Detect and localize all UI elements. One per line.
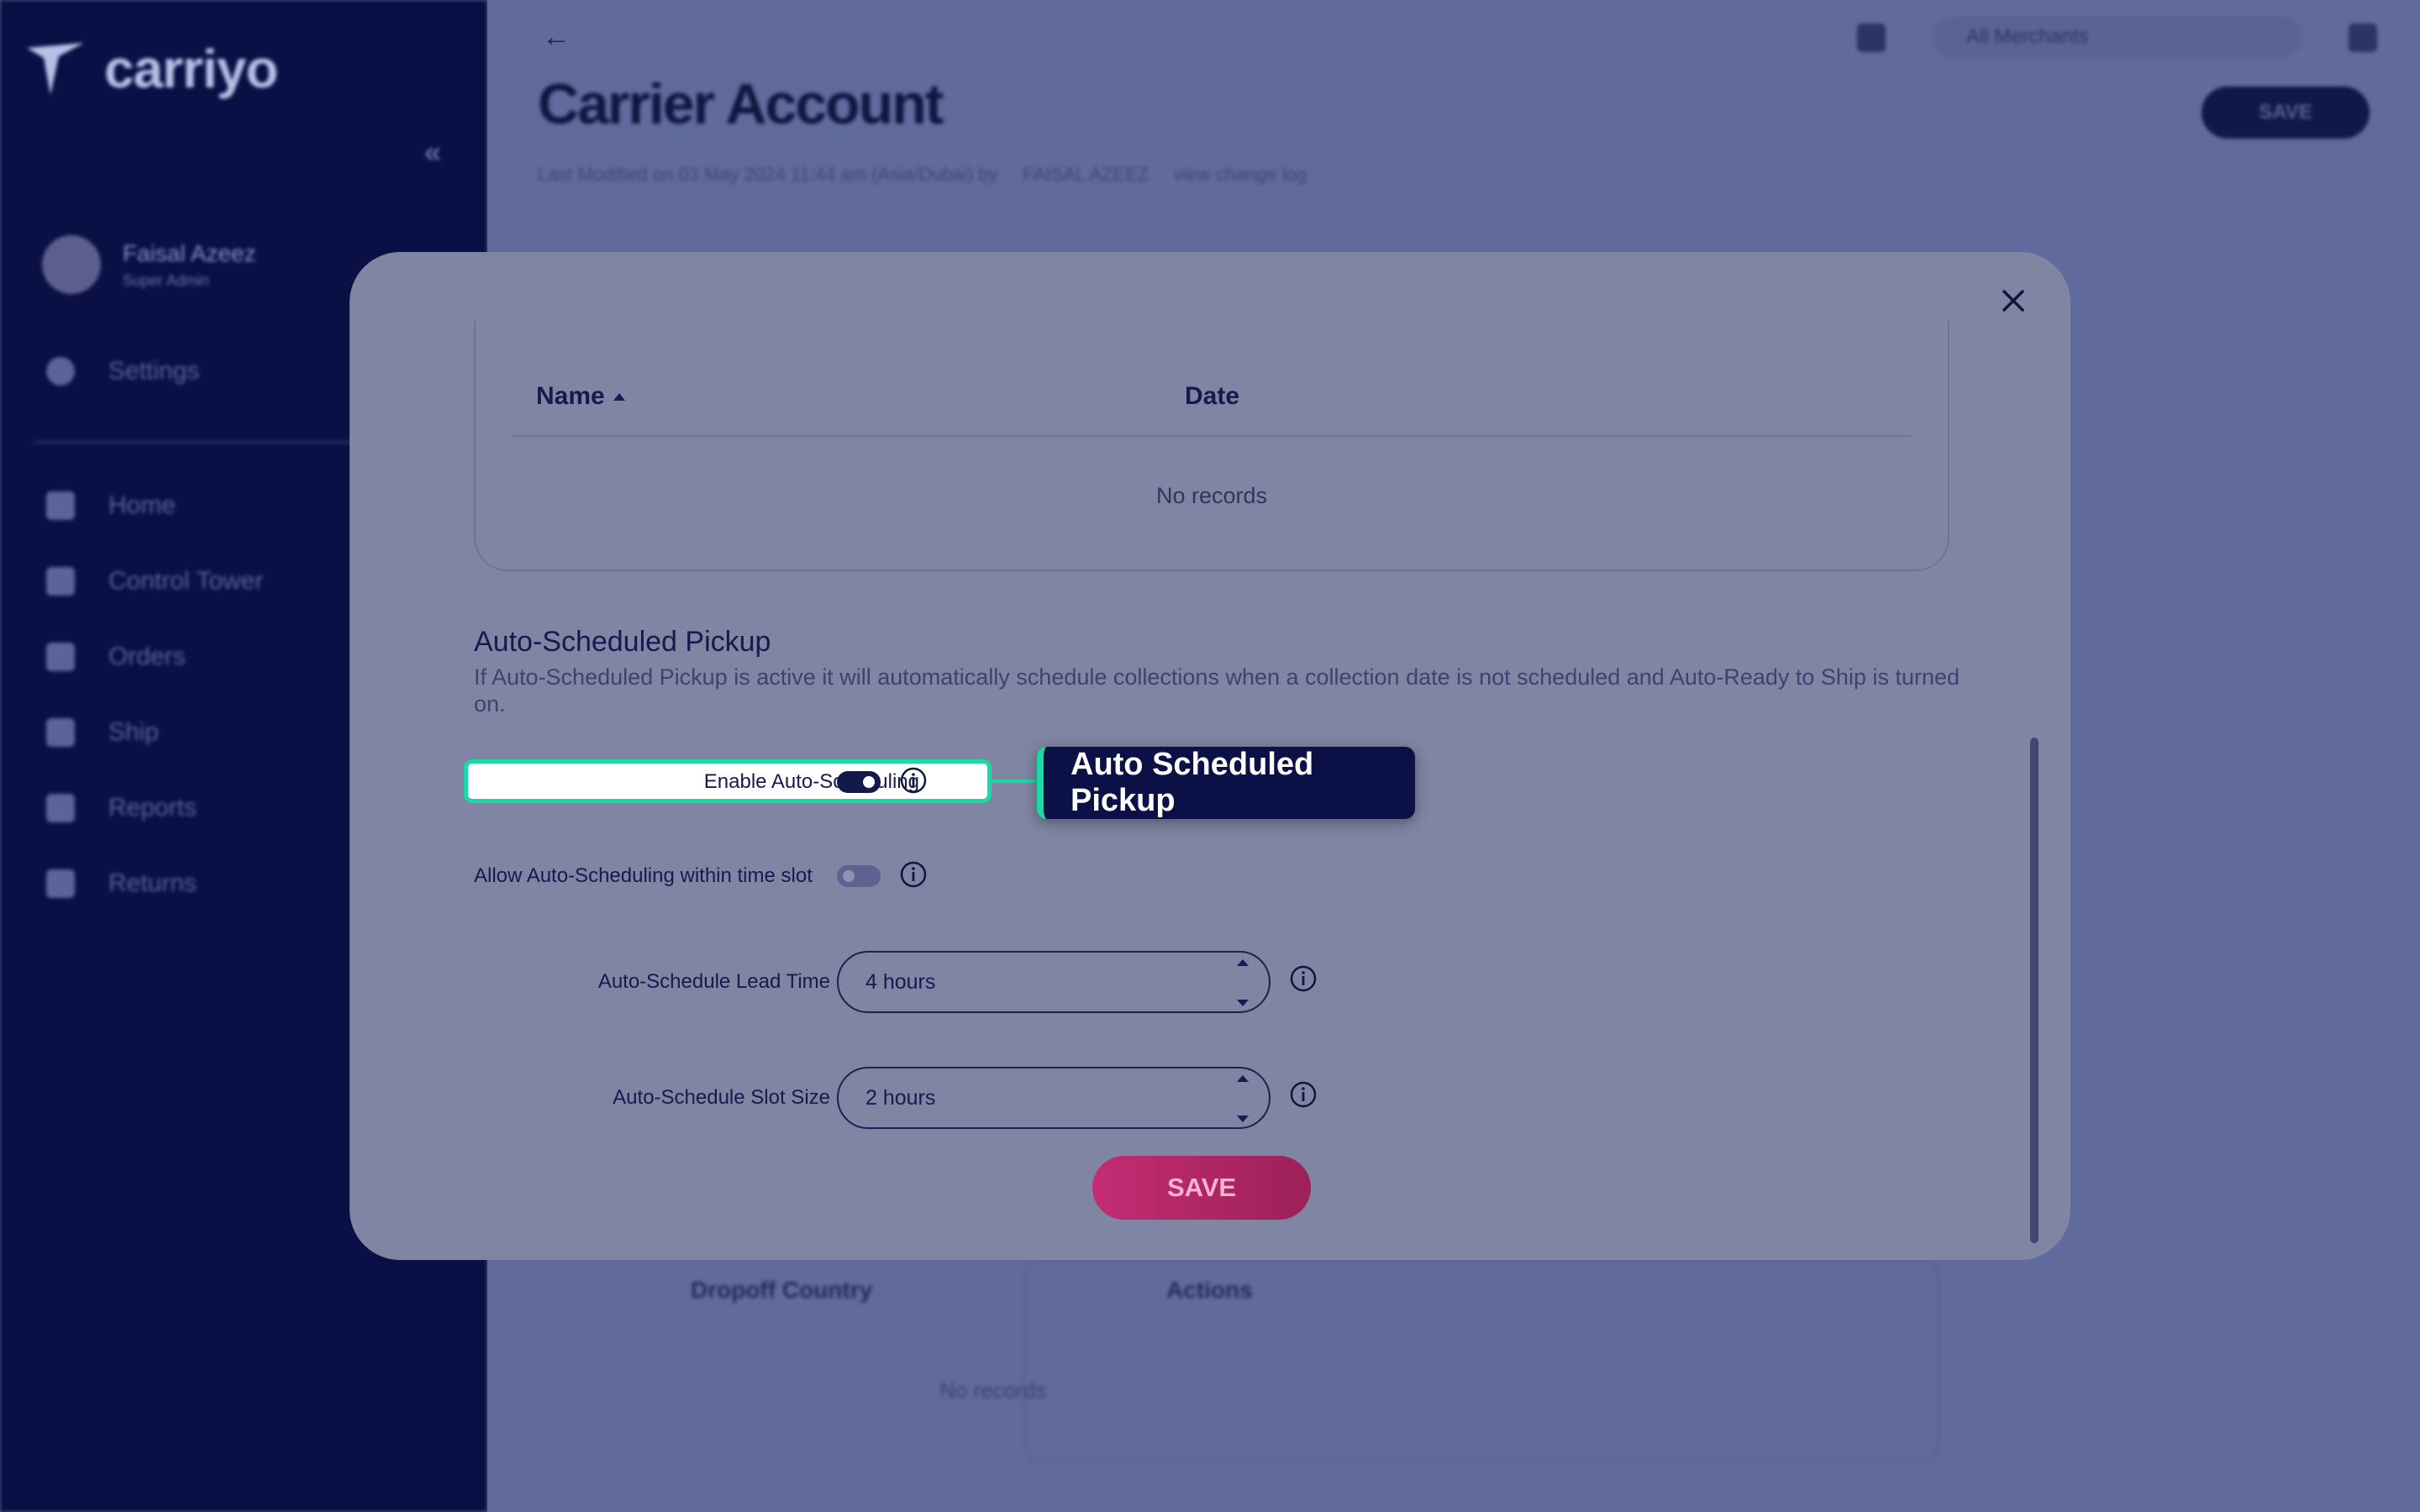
merchant-select-value: All Merchants	[1966, 25, 2089, 48]
sidebar-item-orders[interactable]: Orders	[46, 643, 186, 671]
info-icon[interactable]	[1289, 964, 1318, 993]
gear-icon	[46, 357, 75, 386]
column-header-name[interactable]: Name	[536, 382, 625, 411]
records-table: Name Date No records	[474, 319, 1949, 571]
stepper-arrows	[1237, 1075, 1249, 1122]
last-modified-text: Last Modified on 03 May 2024 11:44 am (A…	[538, 164, 998, 185]
carriyo-logo-icon	[27, 43, 84, 95]
table-header-divider	[511, 435, 1912, 437]
allow-within-slot-row: Allow Auto-Scheduling within time slot	[474, 862, 813, 890]
grid-icon	[46, 567, 75, 596]
return-icon	[46, 869, 75, 898]
box-icon	[46, 718, 75, 747]
sidebar-item-label: Home	[108, 491, 176, 519]
logo-text: carriyo	[104, 39, 278, 99]
sort-ascending-icon	[613, 392, 625, 401]
close-button[interactable]	[1990, 277, 2037, 324]
info-icon[interactable]	[899, 860, 928, 889]
modified-by: FAISAL AZEEZ	[1023, 164, 1150, 185]
user-role: Super Admin	[123, 271, 210, 289]
chevron-double-left-icon[interactable]: «	[424, 134, 441, 170]
allow-within-slot-label: Allow Auto-Scheduling within time slot	[474, 864, 813, 887]
last-modified-meta: Last Modified on 03 May 2024 11:44 am (A…	[538, 164, 1307, 186]
section-title: Auto-Scheduled Pickup	[474, 626, 771, 658]
home-icon	[46, 491, 75, 520]
sidebar-item-settings[interactable]: Settings	[46, 357, 199, 386]
chart-icon	[46, 794, 75, 822]
bg-column-dropoff-country: Dropoff Country	[691, 1277, 873, 1303]
lead-time-row: Auto-Schedule Lead Time	[474, 968, 830, 996]
merchant-select[interactable]: All Merchants	[1933, 17, 2302, 57]
view-change-log-link[interactable]: view change log	[1174, 164, 1307, 186]
sidebar-item-label: Settings	[108, 357, 200, 385]
increment-arrow-icon[interactable]	[1237, 959, 1249, 966]
bg-empty-text: No records	[939, 1378, 1047, 1403]
column-header-label: Name	[536, 382, 605, 410]
sidebar-item-label: Returns	[108, 869, 197, 897]
page-save-button[interactable]: SAVE	[2202, 87, 2370, 139]
stepper-arrows	[1237, 959, 1249, 1006]
modal-scrollbar[interactable]	[2030, 738, 2039, 1243]
document-icon[interactable]	[1857, 24, 1886, 52]
increment-arrow-icon[interactable]	[1237, 1075, 1249, 1082]
allow-within-slot-toggle[interactable]	[837, 865, 881, 887]
user-profile[interactable]: Faisal Azeez Super Admin	[42, 235, 256, 294]
slot-size-stepper[interactable]	[837, 1067, 1270, 1129]
close-icon	[2002, 290, 2024, 312]
page-title: Carrier Account	[538, 72, 944, 136]
back-arrow-icon[interactable]: ←	[542, 21, 571, 54]
auto-scheduling-modal: Name Date No records Auto-Scheduled Pick…	[350, 252, 2070, 1260]
decrement-arrow-icon[interactable]	[1237, 1000, 1249, 1006]
brand-logo: carriyo	[25, 38, 278, 100]
sidebar-item-label: Orders	[108, 643, 186, 670]
slot-size-input[interactable]	[865, 1085, 1185, 1110]
decrement-arrow-icon[interactable]	[1237, 1116, 1249, 1122]
background-table	[1023, 1260, 1939, 1462]
callout-connector	[992, 780, 1039, 783]
toggle-knob	[843, 870, 855, 882]
export-icon[interactable]	[2349, 24, 2377, 52]
sidebar-item-label: Ship	[108, 718, 160, 746]
info-icon[interactable]	[1289, 1080, 1318, 1109]
sidebar-item-label: Reports	[108, 794, 197, 822]
sidebar-item-label: Control Tower	[108, 567, 264, 595]
auto-scheduled-pickup-callout: Auto Scheduled Pickup	[1037, 747, 1415, 819]
lead-time-label: Auto-Schedule Lead Time	[597, 970, 830, 993]
sidebar-item-ship[interactable]: Ship	[46, 718, 159, 747]
info-icon[interactable]	[899, 766, 928, 795]
sidebar-item-reports[interactable]: Reports	[46, 794, 197, 822]
column-header-date[interactable]: Date	[1185, 382, 1239, 411]
sidebar-item-home[interactable]: Home	[46, 491, 176, 520]
save-button[interactable]: SAVE	[1092, 1156, 1311, 1220]
empty-state-text: No records	[1155, 483, 1268, 508]
sidebar-item-returns[interactable]: Returns	[46, 869, 197, 898]
section-description: If Auto-Scheduled Pickup is active it wi…	[474, 664, 1960, 717]
toggle-knob	[863, 776, 875, 788]
enable-auto-scheduling-toggle[interactable]	[837, 771, 881, 793]
cart-icon	[46, 643, 75, 671]
callout-text: Auto Scheduled Pickup	[1071, 747, 1314, 818]
lead-time-stepper[interactable]	[837, 951, 1270, 1013]
bg-column-actions: Actions	[1166, 1277, 1253, 1303]
lead-time-input[interactable]	[865, 969, 1185, 995]
slot-size-row: Auto-Schedule Slot Size	[474, 1084, 830, 1112]
slot-size-label: Auto-Schedule Slot Size	[613, 1086, 830, 1109]
sidebar-item-control-tower[interactable]: Control Tower	[46, 567, 264, 596]
user-name: Faisal Azeez	[123, 239, 256, 266]
avatar	[42, 235, 101, 294]
